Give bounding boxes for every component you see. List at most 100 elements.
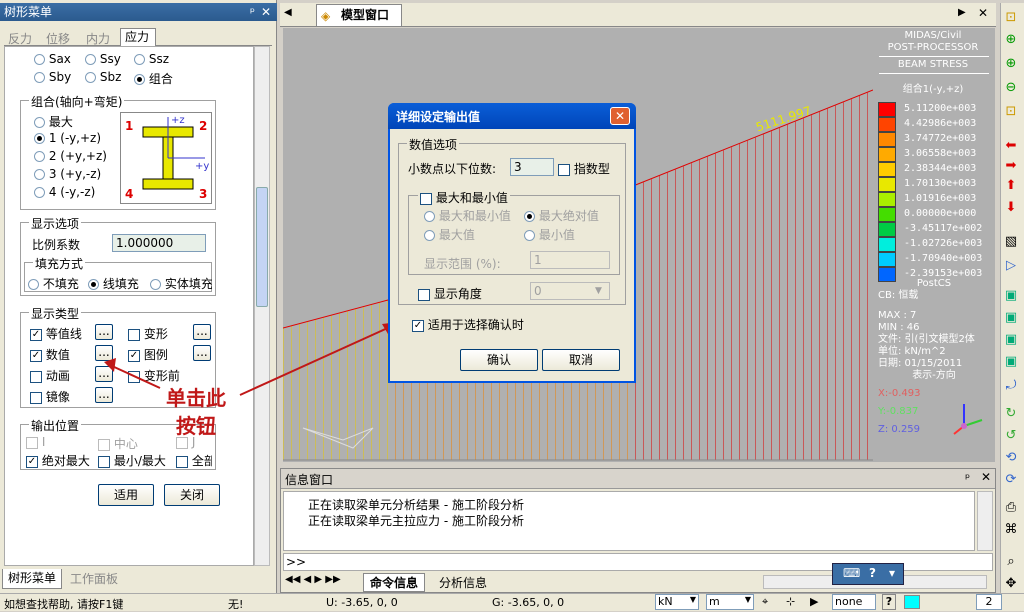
angle-checkbox[interactable]: 显示角度	[418, 285, 482, 302]
contour-more-button[interactable]: ...	[95, 324, 113, 340]
exponential-checkbox[interactable]: 指数型	[558, 160, 610, 177]
combo-4[interactable]: 4 (-y,-z)	[34, 185, 95, 199]
pin-icon[interactable]: ᵖ	[965, 471, 970, 485]
force-unit-select[interactable]: kN ▼	[655, 594, 699, 610]
opt-ssz[interactable]: Ssz	[134, 52, 169, 66]
keyboard-icon[interactable]: ⌨	[843, 566, 860, 580]
info-text-area[interactable]: 正在读取梁单元分析结果 - 施工阶段分析 正在读取梁单元主拉应力 - 施工阶段分…	[283, 491, 975, 551]
tab-force[interactable]: 内力	[86, 30, 110, 47]
fill-line[interactable]: 线填充	[88, 275, 139, 292]
opt-ssy[interactable]: Ssy	[85, 52, 121, 66]
print-icon[interactable]: ⎙	[1001, 499, 1021, 517]
type-values[interactable]: 数值	[30, 346, 70, 363]
rotate-y-icon[interactable]: ↺	[1001, 427, 1021, 445]
close-icon[interactable]: ✕	[261, 3, 271, 21]
opt-abs-max[interactable]: 最大绝对值	[524, 207, 599, 224]
pin-icon[interactable]: ᵖ	[250, 3, 255, 21]
tab-work-panel[interactable]: 工作面板	[64, 571, 124, 587]
cancel-button[interactable]: 取消	[542, 349, 620, 371]
fill-solid[interactable]: 实体填充	[150, 275, 212, 292]
combo-2[interactable]: 2 (+y,+z)	[34, 149, 107, 163]
animation-more-button[interactable]: ...	[95, 366, 113, 382]
pos-minmax[interactable]: 最小/最大	[98, 452, 166, 469]
search-icon[interactable]: ⌕	[1001, 553, 1021, 571]
type-mirror[interactable]: 镜像	[30, 388, 70, 405]
grid-snap-icon[interactable]: ⊹	[786, 595, 795, 608]
pan-up-icon[interactable]: ⬆	[1001, 177, 1021, 195]
values-more-button[interactable]: ...	[95, 345, 113, 361]
move-icon[interactable]: ✥	[1001, 575, 1021, 593]
menu-dropdown-icon[interactable]: ▾	[889, 566, 895, 580]
opt-combo[interactable]: 组合	[134, 70, 173, 87]
left-view-icon[interactable]: ▣	[1001, 353, 1021, 371]
pos-absmax[interactable]: 绝对最大	[26, 452, 90, 469]
opt-min[interactable]: 最小值	[524, 226, 575, 243]
vertical-scrollbar[interactable]	[254, 46, 270, 566]
play-icon[interactable]: ▶	[810, 595, 818, 608]
view-icon[interactable]: ▷	[1001, 257, 1021, 275]
scale-input[interactable]: 1.000000	[112, 234, 206, 252]
type-deform[interactable]: 变形	[128, 325, 168, 342]
scroll-left-icon[interactable]: ◀	[284, 7, 292, 18]
opt-max[interactable]: 最大值	[424, 226, 475, 243]
tab-displacement[interactable]: 位移	[46, 30, 70, 47]
close-model-icon[interactable]: ✕	[978, 6, 988, 20]
pan-down-icon[interactable]: ⬇	[1001, 199, 1021, 217]
close-icon[interactable]: ✕	[981, 470, 991, 484]
pan-left-icon[interactable]: ⬅	[1001, 137, 1021, 155]
tab-reaction[interactable]: 反力	[8, 30, 32, 47]
opt-max-min[interactable]: 最大和最小值	[424, 207, 511, 224]
zoom-all-icon[interactable]: ⊡	[1001, 103, 1021, 121]
color-swatch[interactable]	[904, 595, 920, 609]
snap-icon[interactable]: ⌖	[762, 595, 768, 609]
pos-all[interactable]: 全部	[176, 452, 212, 469]
help-icon[interactable]: ?	[869, 566, 876, 580]
iso-view-icon[interactable]: ▣	[1001, 287, 1021, 305]
close-button[interactable]: 关闭	[164, 484, 220, 506]
ok-button[interactable]: 确认	[460, 349, 538, 371]
page-spinner[interactable]: 2	[976, 594, 1002, 610]
apply-selection-checkbox[interactable]: 适用于选择确认时	[412, 316, 524, 333]
tab-tree-menu[interactable]: 树形菜单	[2, 569, 62, 589]
tab-command-info[interactable]: 命令信息	[363, 573, 426, 592]
maxmin-checkbox[interactable]: 最大和最小值	[418, 189, 510, 206]
top-view-icon[interactable]: ▣	[1001, 309, 1021, 327]
type-contour[interactable]: 等值线	[30, 325, 82, 342]
scroll-right-icon[interactable]: ▶	[958, 7, 966, 18]
opt-sax[interactable]: Sax	[34, 52, 71, 66]
deform-more-button[interactable]: ...	[193, 324, 211, 340]
type-legend[interactable]: 图例	[128, 346, 168, 363]
rotate-z-icon[interactable]: ⟲	[1001, 449, 1021, 467]
combo-3[interactable]: 3 (+y,-z)	[34, 167, 101, 181]
combo-max[interactable]: 最大	[34, 113, 73, 130]
decimal-places-input[interactable]: 3	[510, 158, 554, 176]
zoom-in-icon[interactable]: ⊕	[1001, 55, 1021, 73]
opt-sbz[interactable]: Sbz	[85, 70, 121, 84]
perspective-icon[interactable]: ▧	[1001, 233, 1021, 251]
angle-select[interactable]: 0 ▼	[530, 282, 610, 300]
rotate-icon[interactable]: ⤾	[1001, 377, 1021, 395]
zoom-window-icon[interactable]: ⊡	[1001, 9, 1021, 27]
scroll-thumb[interactable]	[256, 187, 268, 307]
zoom-fit-icon[interactable]: ⊕	[1001, 31, 1021, 49]
info-scrollbar[interactable]	[977, 491, 993, 551]
dialog-close-button[interactable]: ✕	[610, 107, 630, 125]
camera-icon[interactable]: ⌘	[1001, 521, 1021, 539]
apply-button[interactable]: 适用	[98, 484, 154, 506]
range-input[interactable]: 1	[530, 251, 610, 269]
mirror-more-button[interactable]: ...	[95, 387, 113, 403]
pan-right-icon[interactable]: ➡	[1001, 157, 1021, 175]
tab-nav-icon[interactable]: ◀◀ ◀ ▶ ▶▶	[285, 574, 341, 585]
zoom-out-icon[interactable]: ⊖	[1001, 79, 1021, 97]
tab-analysis-info[interactable]: 分析信息	[433, 574, 493, 591]
tab-model-window[interactable]: ◈ 模型窗口	[316, 4, 402, 26]
combo-1[interactable]: 1 (-y,+z)	[34, 131, 101, 145]
length-unit-select[interactable]: m ▼	[706, 594, 754, 610]
fill-none[interactable]: 不填充	[28, 275, 79, 292]
rotate-x-icon[interactable]: ↻	[1001, 405, 1021, 423]
type-animation[interactable]: 动画	[30, 367, 70, 384]
query-button[interactable]: ?	[882, 594, 896, 610]
filter-select[interactable]: none	[832, 594, 876, 610]
legend-more-button[interactable]: ...	[193, 345, 211, 361]
bottom-view-icon[interactable]: ▣	[1001, 331, 1021, 349]
